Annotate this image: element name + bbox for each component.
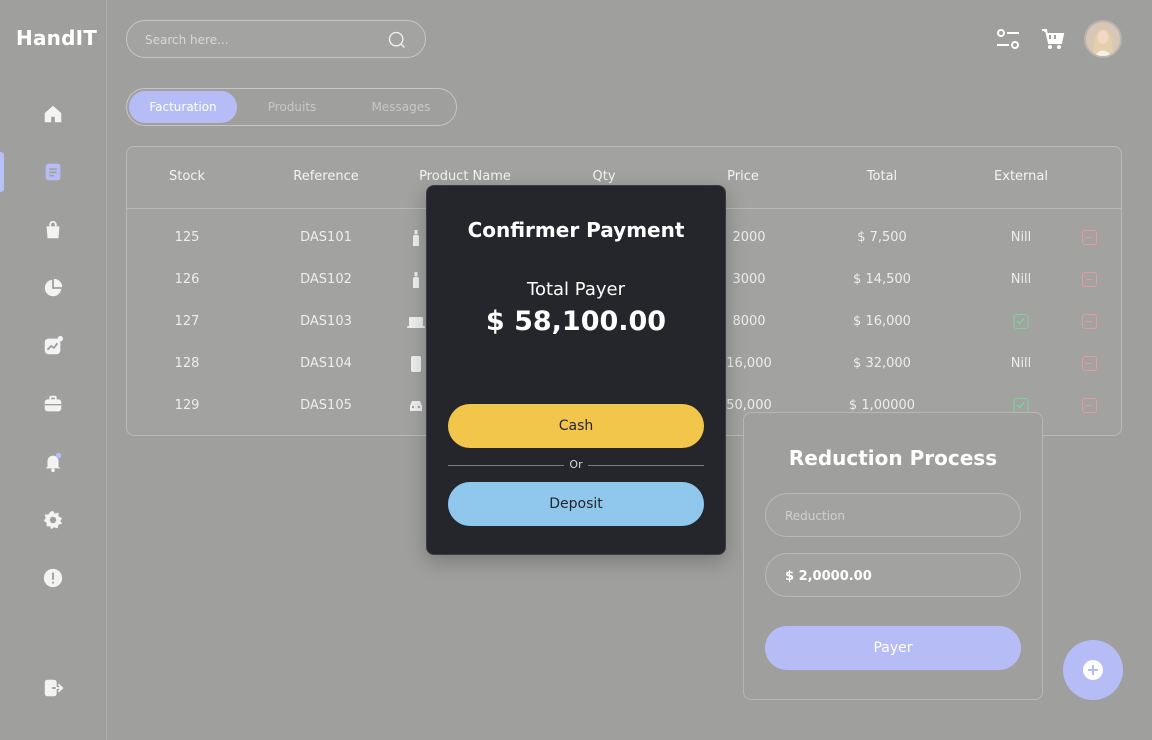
- sidebar: HandIT: [0, 0, 107, 740]
- external-check[interactable]: [1013, 398, 1029, 413]
- external-check[interactable]: [1013, 314, 1029, 329]
- document-icon: [45, 163, 61, 181]
- total-cell: $ 7,500: [857, 230, 907, 245]
- reduction-field: [765, 493, 1021, 537]
- amount-field: [765, 553, 1021, 597]
- search-input[interactable]: [145, 30, 385, 50]
- remove-row-button[interactable]: [1082, 398, 1097, 413]
- column-header: Stock: [169, 169, 205, 184]
- total-cell: $ 14,500: [853, 272, 911, 287]
- sidebar-item-settings[interactable]: [0, 500, 106, 540]
- total-label: Total Payer: [527, 279, 625, 300]
- sidebar-item-stats[interactable]: [0, 326, 106, 366]
- cart-icon[interactable]: [1040, 26, 1066, 52]
- price-cell: 8000: [732, 314, 766, 329]
- add-button[interactable]: [1063, 640, 1123, 700]
- total-cell: $ 1,00000: [848, 398, 916, 413]
- stock-cell: 125: [174, 230, 200, 245]
- remove-row-button[interactable]: [1082, 356, 1097, 371]
- logout-button[interactable]: [0, 668, 106, 708]
- reduction-input[interactable]: [785, 507, 1005, 525]
- price-cell: 2000: [732, 230, 766, 245]
- phone-icon: [411, 356, 421, 372]
- reference-cell: DAS102: [300, 272, 352, 287]
- column-header: External: [994, 169, 1048, 184]
- stock-cell: 129: [174, 398, 200, 413]
- sidebar-item-invoices[interactable]: [0, 152, 106, 192]
- price-cell: 16,000: [726, 356, 772, 371]
- filter-icon[interactable]: [995, 26, 1021, 52]
- sidebar-item-work[interactable]: [0, 384, 106, 424]
- remove-row-button[interactable]: [1082, 314, 1097, 329]
- deposit-button[interactable]: Deposit: [448, 482, 704, 526]
- sidebar-item-info[interactable]: [0, 558, 106, 598]
- external-cell: Nill: [1010, 272, 1032, 287]
- column-header: Reference: [293, 169, 359, 184]
- home-icon: [44, 105, 62, 123]
- total-cell: $ 16,000: [853, 314, 911, 329]
- app-logo: HandIT: [16, 26, 98, 50]
- sidebar-item-notifications[interactable]: [0, 442, 106, 482]
- price-cell: 3000: [732, 272, 766, 287]
- logout-icon: [44, 679, 64, 697]
- column-header: Price: [727, 169, 759, 184]
- tab-facturation[interactable]: Facturation: [129, 91, 237, 123]
- bottle-icon: [413, 230, 419, 246]
- gear-icon: [43, 510, 63, 530]
- reduction-title: Reduction Process: [788, 446, 998, 470]
- column-header: Product Name: [419, 169, 511, 184]
- pay-button[interactable]: Payer: [765, 626, 1021, 670]
- trend-chart-icon: [44, 335, 64, 355]
- stock-cell: 127: [174, 314, 200, 329]
- amount-input[interactable]: [785, 567, 1005, 585]
- plus-icon: [1083, 660, 1103, 680]
- price-cell: 50,000: [726, 398, 772, 413]
- sidebar-item-shop[interactable]: [0, 210, 106, 250]
- external-cell: Nill: [1010, 230, 1032, 245]
- reference-cell: DAS105: [300, 398, 352, 413]
- confirm-payment-modal: Confirmer Payment Total Payer $ 58,100.0…: [426, 185, 726, 555]
- remove-row-button[interactable]: [1082, 230, 1097, 245]
- tab-messages[interactable]: Messages: [347, 91, 455, 123]
- reduction-panel: Reduction Process Payer: [743, 412, 1043, 700]
- search-icon[interactable]: [387, 30, 407, 50]
- check-icon: [1016, 317, 1025, 325]
- modal-title: Confirmer Payment: [467, 218, 685, 242]
- sidebar-item-home[interactable]: [0, 94, 106, 134]
- bottle-icon: [413, 272, 419, 288]
- user-photo: [1086, 22, 1120, 56]
- external-cell: Nill: [1010, 356, 1032, 371]
- car-icon: [410, 401, 422, 411]
- search-bar: [126, 20, 426, 58]
- bell-icon: [45, 452, 62, 473]
- remove-row-button[interactable]: [1082, 272, 1097, 287]
- reference-cell: DAS101: [300, 230, 352, 245]
- laptop-icon: [407, 317, 425, 328]
- check-icon: [1016, 401, 1025, 409]
- briefcase-icon: [44, 395, 62, 412]
- tab-bar: Facturation Produits Messages: [126, 88, 457, 126]
- column-header: Qty: [592, 169, 616, 184]
- reference-cell: DAS104: [300, 356, 352, 371]
- avatar[interactable]: [1084, 20, 1122, 58]
- sidebar-item-analytics[interactable]: [0, 268, 106, 308]
- or-divider: Or: [448, 458, 704, 474]
- tab-produits[interactable]: Produits: [238, 91, 346, 123]
- alert-icon: [43, 568, 63, 588]
- total-cell: $ 32,000: [853, 356, 911, 371]
- shopping-bag-icon: [46, 220, 60, 239]
- reference-cell: DAS103: [300, 314, 352, 329]
- stock-cell: 128: [174, 356, 200, 371]
- total-amount: $ 58,100.00: [485, 306, 667, 337]
- cash-button[interactable]: Cash: [448, 404, 704, 448]
- stock-cell: 126: [174, 272, 200, 287]
- column-header: Total: [866, 169, 898, 184]
- pie-chart-icon: [44, 278, 63, 297]
